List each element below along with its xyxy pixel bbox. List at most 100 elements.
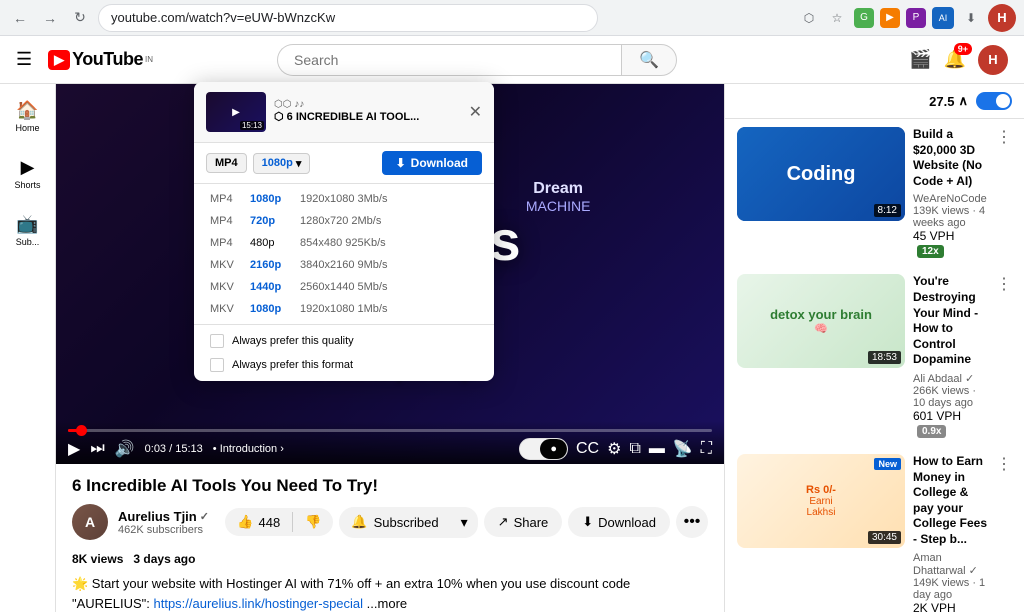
sidebar-item-shorts[interactable]: ▶ Shorts bbox=[10, 153, 44, 194]
youtube-country: IN bbox=[145, 55, 153, 64]
pref-checkbox-1[interactable] bbox=[210, 358, 224, 372]
sidebar-label-home: Home bbox=[15, 123, 39, 133]
quality-select[interactable]: 1080p ▾ bbox=[253, 153, 311, 174]
related-thumb-3: Rs 0/- EarniLakhsi 30:45 New bbox=[737, 454, 905, 548]
dislike-icon: 👎 bbox=[305, 514, 321, 530]
sidebar-item-home[interactable]: 🏠 Home bbox=[11, 96, 43, 137]
volume-button[interactable]: 🔊 bbox=[115, 439, 135, 459]
ext-green-icon[interactable]: G bbox=[854, 8, 874, 28]
channel-info: Aurelius Tjin ✓ 462K subscribers bbox=[118, 509, 209, 536]
more-options-button[interactable]: ••• bbox=[676, 506, 708, 538]
right-controls: ● CC ⚙ ⧉ ▬ 📡 ⛶ bbox=[519, 438, 712, 460]
new-badge-3: New bbox=[874, 458, 901, 470]
autoplay-toggle[interactable] bbox=[976, 92, 1012, 110]
like-dislike-group: 👍 448 👎 bbox=[225, 508, 333, 536]
download-popup-button[interactable]: ⬇ Download bbox=[382, 151, 482, 175]
play-button[interactable]: ▶ bbox=[68, 439, 80, 459]
earn-content: Rs 0/- EarniLakhsi bbox=[806, 484, 836, 518]
browser-profile[interactable]: H bbox=[988, 4, 1016, 32]
video-meta: 8K views 3 days ago bbox=[56, 544, 724, 574]
theater-button[interactable]: ▬ bbox=[649, 440, 665, 458]
related-channel-1: WeAreNoCode bbox=[913, 193, 988, 205]
subscribe-group: 🔔 Subscribed ▾ bbox=[339, 507, 477, 538]
search-button[interactable]: 🔍 bbox=[621, 44, 677, 76]
related-channel-2: Ali Abdaal ✓ bbox=[913, 372, 988, 385]
related-video-1[interactable]: Coding 8:12 Build a $20,000 3D Website (… bbox=[725, 119, 1024, 266]
next-button[interactable]: ⏭ bbox=[90, 440, 104, 458]
sidebar-item-subscriptions[interactable]: 📺 Sub... bbox=[12, 210, 44, 251]
format-option-4[interactable]: MKV 1440p 2560x1440 5Mb/s bbox=[194, 276, 494, 298]
ext-blue-icon[interactable]: AI bbox=[932, 7, 954, 29]
format-option-1[interactable]: MP4 720p 1280x720 2Mb/s bbox=[194, 210, 494, 232]
notification-bell[interactable]: 🔔 9+ bbox=[944, 49, 966, 70]
chapter-label: • Introduction › bbox=[213, 443, 284, 455]
toggle-off[interactable] bbox=[520, 439, 540, 459]
like-icon: 👍 bbox=[237, 514, 253, 530]
like-button[interactable]: 👍 448 bbox=[225, 508, 292, 536]
youtube-logo[interactable]: ▶ YouTubeIN bbox=[48, 49, 153, 70]
format-option-0[interactable]: MP4 1080p 1920x1080 3Mb/s bbox=[194, 188, 494, 210]
desc-more: ...more bbox=[367, 596, 407, 611]
popup-subtitle: ⬡⬡ ♪♪ bbox=[274, 99, 461, 110]
popup-close-button[interactable]: ✕ bbox=[469, 102, 482, 122]
subtitles-button[interactable]: CC bbox=[576, 440, 599, 458]
vph-row-3: 2K VPH 1.8x bbox=[913, 601, 988, 612]
format-option-3[interactable]: MKV 2160p 3840x2160 9Mb/s bbox=[194, 254, 494, 276]
detox-sub: 🧠 bbox=[814, 322, 828, 335]
more-options-3[interactable]: ⋮ bbox=[996, 454, 1012, 612]
reload-button[interactable]: ↻ bbox=[68, 6, 92, 30]
cast-button[interactable]: 📡 bbox=[673, 439, 693, 459]
progress-dot bbox=[76, 425, 87, 436]
chevron-up-icon: ∧ bbox=[958, 93, 968, 109]
video-time: 0:03 / 15:13 bbox=[145, 443, 203, 455]
dream-machine-overlay: Dream MACHINE bbox=[526, 179, 591, 215]
settings-button[interactable]: ⚙ bbox=[607, 439, 621, 459]
toggle-on[interactable]: ● bbox=[540, 439, 567, 459]
pref-checkbox-0[interactable] bbox=[210, 334, 224, 348]
share-button[interactable]: ↗ Share bbox=[484, 507, 563, 537]
description: 🌟 Start your website with Hostinger AI w… bbox=[56, 574, 724, 612]
format-option-5[interactable]: MKV 1080p 1920x1080 1Mb/s bbox=[194, 298, 494, 320]
progress-bar[interactable] bbox=[68, 429, 712, 432]
pref-row-0[interactable]: Always prefer this quality bbox=[194, 329, 494, 353]
format-option-2[interactable]: MP4 480p 854x480 925Kb/s bbox=[194, 232, 494, 254]
download-button[interactable]: ⬇ Download bbox=[568, 507, 670, 537]
format-tag[interactable]: MP4 bbox=[206, 153, 247, 173]
related-title-1: Build a $20,000 3D Website (No Code + AI… bbox=[913, 127, 988, 189]
subscribe-dropdown[interactable]: ▾ bbox=[451, 507, 478, 538]
channel-avatar[interactable]: A bbox=[72, 504, 108, 540]
address-bar[interactable]: youtube.com/watch?v=eUW-bWnzcKw bbox=[98, 4, 598, 32]
vph-row-1: 45 VPH 12x bbox=[913, 229, 988, 258]
pref-row-1[interactable]: Always prefer this format bbox=[194, 353, 494, 377]
user-avatar[interactable]: H bbox=[978, 45, 1008, 75]
subscribe-button[interactable]: 🔔 Subscribed bbox=[339, 507, 450, 537]
extensions-icon[interactable]: ⬡ bbox=[798, 7, 820, 29]
download-manager-icon[interactable]: ⬇ bbox=[960, 7, 982, 29]
miniplayer-button[interactable]: ⧉ bbox=[629, 440, 640, 458]
popup-thumb-time: 15:13 bbox=[240, 121, 264, 130]
desc-link[interactable]: https://aurelius.link/hostinger-special bbox=[153, 596, 363, 611]
dislike-button[interactable]: 👎 bbox=[293, 508, 333, 536]
browser-chrome: ← → ↻ youtube.com/watch?v=eUW-bWnzcKw ⬡ … bbox=[0, 0, 1024, 36]
more-options-1[interactable]: ⋮ bbox=[996, 127, 1012, 258]
menu-icon[interactable]: ☰ bbox=[16, 49, 32, 70]
star-icon[interactable]: ☆ bbox=[826, 7, 848, 29]
ext-orange-icon[interactable]: ▶ bbox=[880, 8, 900, 28]
related-video-3[interactable]: Rs 0/- EarniLakhsi 30:45 New How to Earn… bbox=[725, 446, 1024, 612]
youtube-app: ☰ ▶ YouTubeIN 🔍 🎬 🔔 9+ H 🏠 Home ▶ bbox=[0, 36, 1024, 612]
duration-3: 30:45 bbox=[868, 531, 901, 544]
search-bar: 🔍 bbox=[277, 44, 677, 76]
search-input[interactable] bbox=[277, 44, 621, 76]
duration-1: 8:12 bbox=[874, 204, 901, 217]
back-button[interactable]: ← bbox=[8, 6, 32, 30]
fullscreen-button[interactable]: ⛶ bbox=[701, 440, 712, 458]
header-right: 🎬 🔔 9+ H bbox=[909, 45, 1008, 75]
create-icon[interactable]: 🎬 bbox=[909, 49, 931, 70]
url-text: youtube.com/watch?v=eUW-bWnzcKw bbox=[111, 10, 335, 25]
related-video-2[interactable]: detox your brain 🧠 18:53 You're Destroyi… bbox=[725, 266, 1024, 446]
more-options-2[interactable]: ⋮ bbox=[996, 274, 1012, 438]
coding-text: Coding bbox=[787, 163, 856, 186]
ext-purple-icon[interactable]: P bbox=[906, 8, 926, 28]
playback-toggle[interactable]: ● bbox=[519, 438, 568, 460]
forward-button[interactable]: → bbox=[38, 6, 62, 30]
